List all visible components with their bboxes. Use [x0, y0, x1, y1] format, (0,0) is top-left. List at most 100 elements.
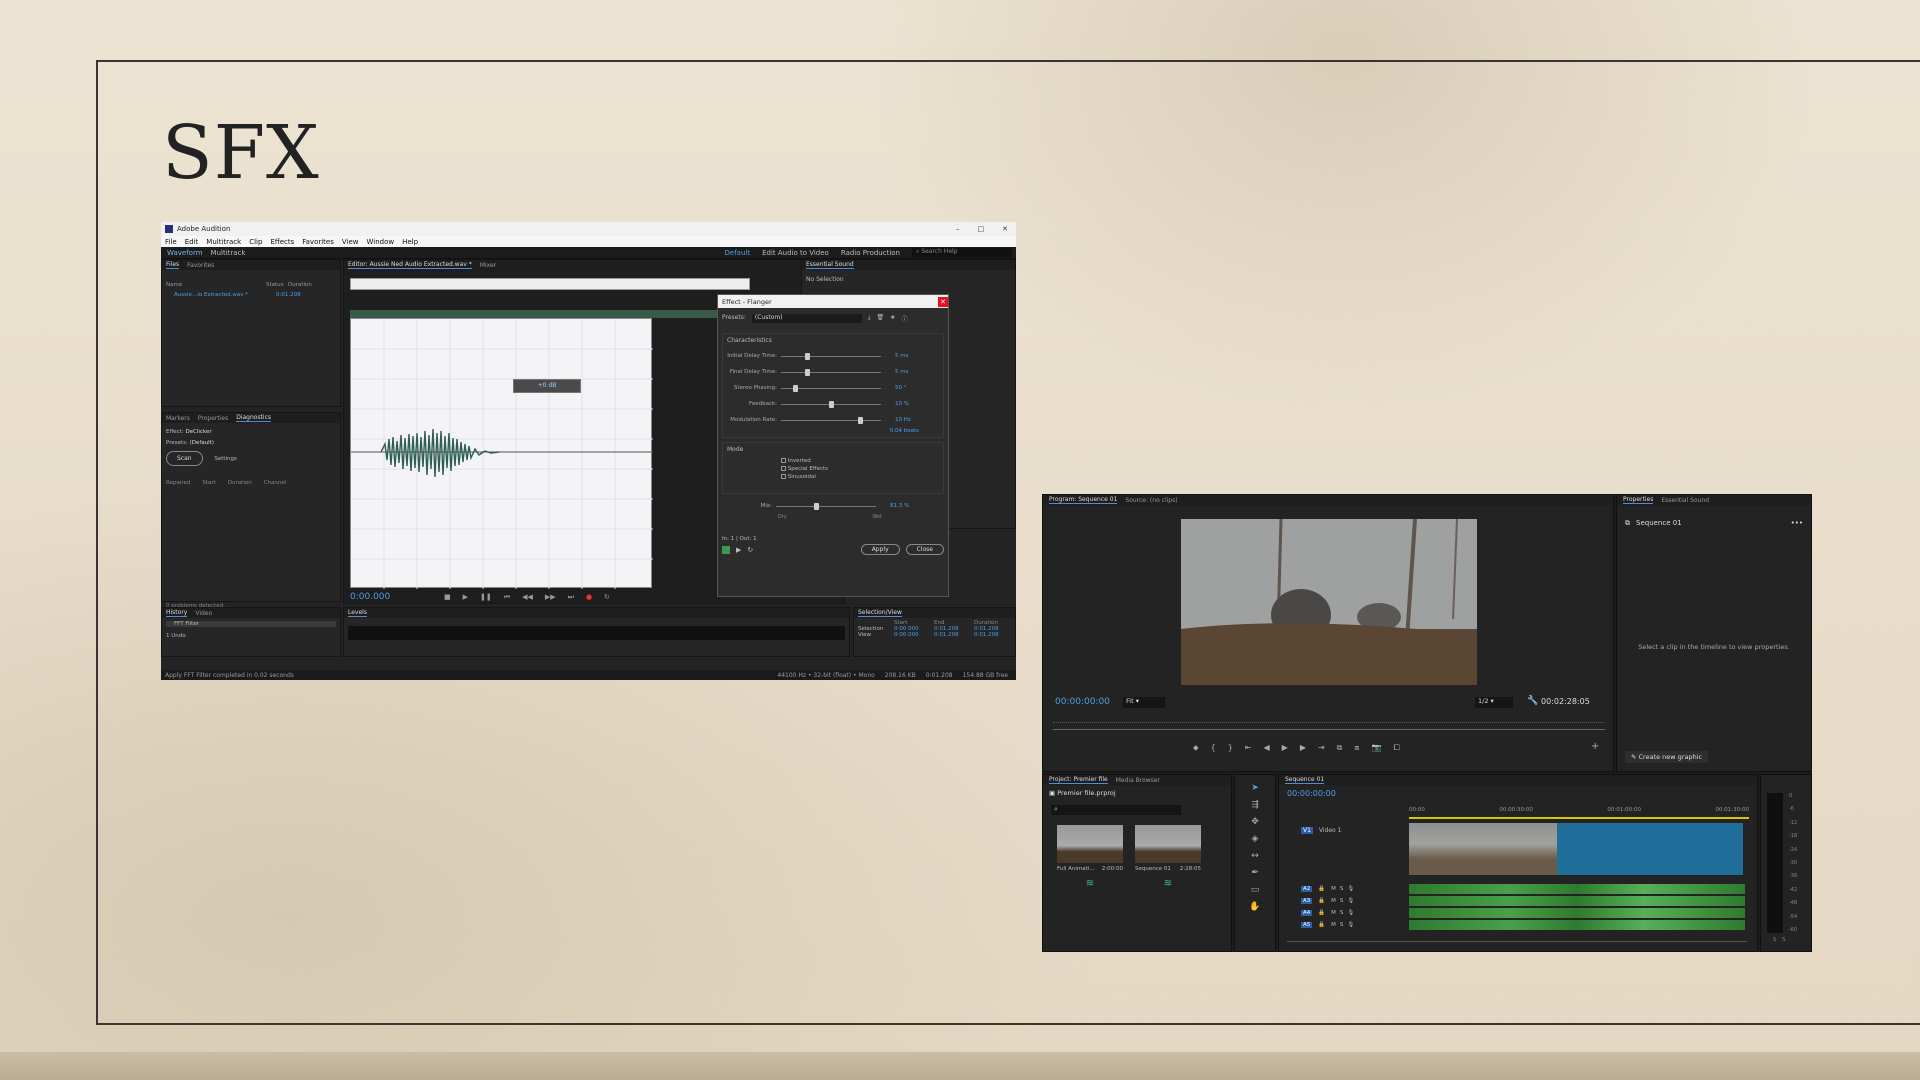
preview-play-icon[interactable]: ▶ — [736, 546, 741, 554]
audio-clip[interactable] — [1409, 920, 1745, 930]
favorite-icon[interactable]: ★ — [890, 314, 895, 323]
minimize-icon[interactable]: – — [956, 225, 960, 233]
timeline-ruler[interactable]: 00:00 00:00:30:00 00:01:00:00 00:01:30:0… — [1409, 807, 1749, 813]
tab-project[interactable]: Project: Premier file — [1049, 776, 1108, 784]
hud-gain[interactable]: +0 dB — [513, 379, 581, 393]
timeline-tab[interactable]: Sequence 01 — [1285, 776, 1325, 784]
solo-button[interactable]: S — [1340, 886, 1344, 892]
flanger-slider-knob[interactable] — [805, 368, 810, 376]
mute-button[interactable]: M — [1331, 922, 1336, 928]
delete-preset-icon[interactable]: 🗑 — [877, 314, 885, 323]
tab-media-browser[interactable]: Media Browser — [1116, 777, 1160, 784]
razor-tool-icon[interactable]: ◈ — [1252, 834, 1259, 844]
video-clip[interactable] — [1409, 823, 1557, 875]
mic-icon[interactable]: 🎙 — [1347, 910, 1354, 916]
step-back-icon[interactable]: ◀ — [1264, 743, 1270, 753]
video-clip-2[interactable] — [1557, 823, 1743, 875]
loop-preview-icon[interactable]: ↻ — [747, 546, 753, 554]
solo-button[interactable]: S — [1340, 910, 1344, 916]
step-forward-icon[interactable]: ▶ — [1300, 743, 1306, 753]
lock-icon[interactable]: 🔒 — [1318, 910, 1325, 916]
resolution-select[interactable]: 1/2 ▾ — [1475, 697, 1513, 708]
tab-files[interactable]: Files — [166, 261, 180, 269]
file-row[interactable]: Aussie…io Extracted.wav * 0:01.208 — [162, 292, 340, 298]
menu-edit[interactable]: Edit — [185, 238, 199, 246]
zoom-scrollbar[interactable] — [1053, 729, 1605, 730]
mic-icon[interactable]: 🎙 — [1347, 886, 1354, 892]
flanger-slider-knob[interactable] — [805, 352, 810, 360]
menu-file[interactable]: File — [165, 238, 177, 246]
rectangle-tool-icon[interactable]: ▭ — [1251, 885, 1260, 895]
menu-multitrack[interactable]: Multitrack — [206, 238, 241, 246]
pause-icon[interactable]: ❚❚ — [480, 593, 492, 602]
flanger-slider[interactable] — [781, 352, 881, 360]
tab-essential-sound[interactable]: Essential Sound — [1661, 497, 1709, 504]
tab-mixer[interactable]: Mixer — [480, 262, 496, 269]
col-name[interactable]: Name — [166, 282, 266, 288]
solo-button[interactable]: S — [1782, 937, 1785, 943]
flanger-slider-value[interactable]: 10 Hz — [881, 417, 911, 423]
settings-button[interactable]: Settings — [214, 456, 237, 462]
flanger-presets-select[interactable]: (Custom) — [751, 314, 862, 323]
history-item[interactable]: FFT Filter — [166, 621, 336, 627]
flanger-slider-knob[interactable] — [792, 384, 798, 392]
solo-button[interactable]: S — [1773, 937, 1776, 943]
essential-sound-tab[interactable]: Essential Sound — [806, 261, 854, 269]
hand-tool-icon[interactable]: ✋ — [1249, 902, 1260, 912]
sinusoidal-checkbox[interactable]: Sinusoidal — [781, 473, 939, 481]
flanger-slider-value[interactable]: 10 % — [881, 401, 909, 407]
tab-history[interactable]: History — [166, 609, 188, 617]
mark-out-icon[interactable]: } — [1228, 743, 1233, 753]
inverted-checkbox[interactable]: Inverted — [781, 457, 939, 465]
track-select-icon[interactable]: ⇶ — [1251, 800, 1259, 810]
selview-duration[interactable]: 0:01.208 — [974, 632, 999, 638]
play-icon[interactable]: ▶ — [463, 593, 468, 602]
solo-button[interactable]: S — [1340, 898, 1344, 904]
info-icon[interactable]: ⓘ — [902, 314, 908, 323]
diag-col-repaired[interactable]: Repaired — [166, 478, 190, 489]
bin-item-full-animation[interactable]: Full Animati... 2:00:00 ≋ — [1057, 825, 1123, 889]
tab-editor[interactable]: Editor: Aussie Ned Audio Extracted.wav * — [348, 261, 472, 269]
audio-track-target[interactable]: A4 — [1301, 910, 1313, 916]
mix-slider[interactable] — [776, 502, 876, 510]
flanger-slider-value[interactable]: 50 ° — [881, 385, 907, 391]
diag-col-channel[interactable]: Channel — [264, 478, 287, 489]
audio-track-target[interactable]: A5 — [1301, 922, 1313, 928]
special-effects-checkbox[interactable]: Special Effects — [781, 465, 939, 473]
workspace-edit-audio-video[interactable]: Edit Audio to Video — [762, 249, 829, 257]
mic-icon[interactable]: 🎙 — [1347, 898, 1354, 904]
tab-properties[interactable]: Properties — [1623, 496, 1654, 504]
program-timecode[interactable]: 00:00:00:00 — [1055, 697, 1110, 707]
extract-icon[interactable]: ⧈ — [1354, 743, 1359, 753]
project-search-input[interactable]: ⌕ — [1051, 805, 1181, 815]
mix-slider-knob[interactable] — [814, 502, 820, 510]
waveform-display[interactable]: +0 dB — [350, 318, 653, 589]
export-frame-icon[interactable]: 📷 — [1371, 743, 1381, 753]
menu-help[interactable]: Help — [402, 238, 418, 246]
solo-button[interactable]: S — [1340, 922, 1344, 928]
add-button-icon[interactable]: + — [1591, 741, 1599, 752]
flanger-slider-knob[interactable] — [857, 416, 863, 424]
col-status[interactable]: Status — [266, 282, 288, 288]
play-icon[interactable]: ▶ — [1282, 743, 1288, 753]
close-button[interactable]: Close — [905, 544, 944, 555]
overview-bar[interactable] — [350, 278, 750, 290]
audio-clip[interactable] — [1409, 884, 1745, 894]
flanger-slider[interactable] — [781, 400, 881, 408]
rewind-icon[interactable]: ⏮ — [504, 593, 510, 602]
skip-end-icon[interactable]: ⏭ — [568, 593, 574, 602]
tab-properties[interactable]: Properties — [198, 415, 228, 422]
selview-start[interactable]: 0:00.000 — [894, 632, 934, 638]
flanger-slider[interactable] — [781, 416, 881, 424]
col-duration[interactable]: Duration — [288, 282, 312, 288]
wrench-icon[interactable]: 🔧 — [1527, 696, 1538, 706]
ripple-edit-icon[interactable]: ✥ — [1251, 817, 1259, 827]
diag-col-duration[interactable]: Duration — [228, 478, 252, 489]
lock-icon[interactable]: 🔒 — [1318, 898, 1325, 904]
bin-item-sequence-01[interactable]: Sequence 01 2:28:05 ≋ — [1135, 825, 1201, 889]
close-icon[interactable]: ✕ — [1002, 225, 1008, 233]
mute-button[interactable]: M — [1331, 898, 1336, 904]
tab-video[interactable]: Video — [195, 610, 212, 617]
audio-clip[interactable] — [1409, 896, 1745, 906]
multitrack-tab[interactable]: Multitrack — [211, 249, 246, 257]
